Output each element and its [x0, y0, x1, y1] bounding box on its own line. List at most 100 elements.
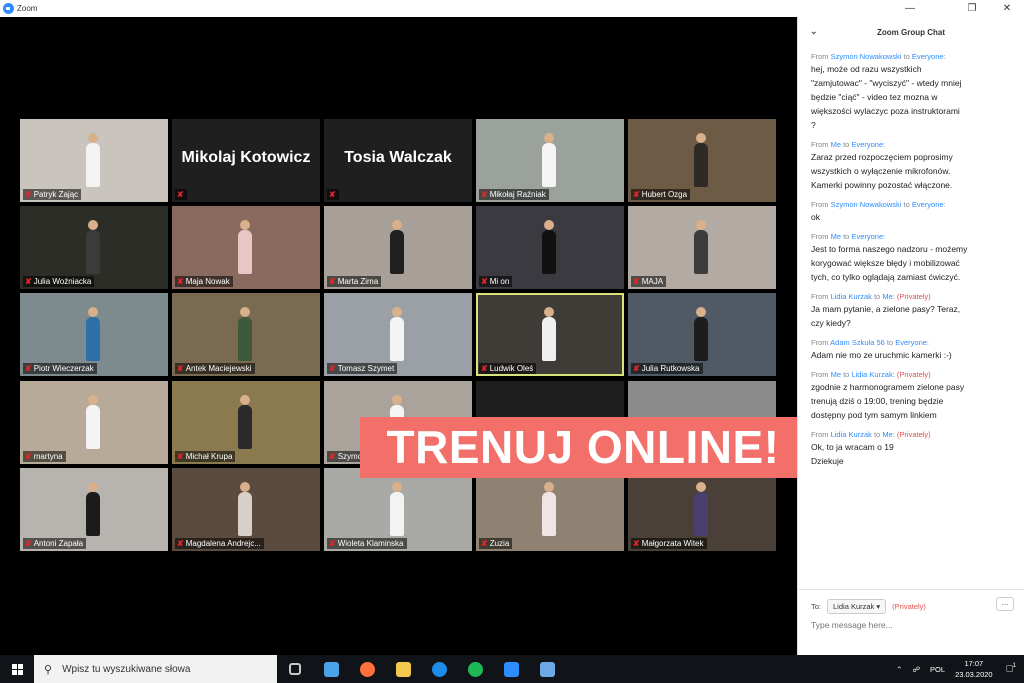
video-tile[interactable]: ✘ martyna: [20, 381, 168, 464]
participant-figure: [238, 220, 252, 274]
sender-name[interactable]: Adam Szkuła 56: [830, 338, 885, 347]
recipient-name[interactable]: Everyone: [912, 52, 944, 61]
video-tile[interactable]: ✘ MAJA: [628, 206, 776, 289]
meta-suffix: :: [943, 200, 946, 209]
video-tile[interactable]: ✘ Maja Nowak: [172, 206, 320, 289]
firefox-taskbar-button[interactable]: [349, 655, 385, 683]
chat-footer: To: Lidia Kurzak ▾ (Privately) ...: [798, 589, 1024, 655]
participant-name: Antek Maciejewski: [185, 364, 252, 373]
private-label: (Privately): [896, 370, 931, 379]
minimize-button[interactable]: —: [895, 0, 925, 17]
video-tile[interactable]: ✘ Mikołaj Raźniak: [476, 119, 624, 202]
gallery-view: ✘ Patryk Zając Mikolaj Kotowicz ✘ Tosia Walc…: [0, 17, 797, 655]
mic-muted-icon: ✘: [633, 364, 640, 373]
private-label: (Privately): [896, 292, 931, 301]
spotify-taskbar-button[interactable]: [457, 655, 493, 683]
restore-button[interactable]: ❐: [957, 0, 987, 17]
meta-suffix: :: [883, 140, 886, 149]
chat-messages: From Szymon Nowakowski to Everyone: hej,…: [798, 47, 1024, 468]
participant-name: Małgorzata Witek: [641, 539, 704, 548]
from-label: From: [811, 430, 831, 439]
firefox-icon: [359, 661, 375, 677]
video-tile[interactable]: ✘ Antek Maciejewski: [172, 293, 320, 376]
mic-muted-icon: ✘: [633, 190, 640, 199]
participant-name-tag: ✘ Małgorzata Witek: [631, 538, 707, 549]
sender-name[interactable]: Szymon Nowakowski: [831, 200, 902, 209]
edge-taskbar-button[interactable]: [421, 655, 457, 683]
recipient-name[interactable]: Everyone: [895, 338, 927, 347]
to-label: to: [901, 200, 912, 209]
more-options-button[interactable]: ...: [996, 597, 1014, 611]
sender-name[interactable]: Lidia Kurzak: [831, 292, 872, 301]
participant-name: Zuzia: [489, 539, 510, 548]
participant-name-tag: ✘ Patryk Zając: [23, 189, 82, 200]
participant-figure: [390, 482, 404, 536]
video-tile[interactable]: ✘ Magdalena Andrejc...: [172, 468, 320, 551]
video-tile[interactable]: ✘ Tomasz Szymet: [324, 293, 472, 376]
video-tile[interactable]: ✘ Zuzia: [476, 468, 624, 551]
video-tile[interactable]: ✘ Marta Zima: [324, 206, 472, 289]
message-input[interactable]: [811, 620, 1011, 630]
mic-muted-icon: ✘: [25, 277, 32, 286]
video-tile[interactable]: Tosia Walczak ✘: [324, 119, 472, 202]
video-tile[interactable]: ✘ Hubert Ozga: [628, 119, 776, 202]
network-icon[interactable]: ☍: [912, 665, 920, 674]
recipient-name[interactable]: Everyone: [851, 232, 883, 241]
participant-name: Marta Zima: [337, 277, 379, 286]
participant-name-tag: ✘ Hubert Ozga: [631, 189, 691, 200]
video-tile[interactable]: ✘ Antoni Zapała: [20, 468, 168, 551]
video-tile[interactable]: ✘ Małgorzata Witek: [628, 468, 776, 551]
language-indicator[interactable]: POL: [930, 665, 945, 674]
video-tile[interactable]: ✘ Piotr Wieczerzak: [20, 293, 168, 376]
participant-name: MAJA: [641, 277, 664, 286]
window-title: Zoom: [17, 4, 38, 13]
recipient-name[interactable]: Everyone: [912, 200, 944, 209]
recipient-name[interactable]: Lidia Kurzak: [851, 370, 892, 379]
edge-legacy-taskbar-button[interactable]: [313, 655, 349, 683]
task-view-taskbar-button[interactable]: [277, 655, 313, 683]
recipient-select[interactable]: Lidia Kurzak ▾: [827, 599, 887, 614]
file-explorer-taskbar-button[interactable]: [385, 655, 421, 683]
document-taskbar-button[interactable]: [529, 655, 565, 683]
participant-name-tag: ✘ Mi on: [479, 276, 513, 287]
sender-name[interactable]: Lidia Kurzak: [831, 430, 872, 439]
zoom-taskbar-button[interactable]: [493, 655, 529, 683]
notification-icon[interactable]: □1: [1007, 663, 1016, 674]
video-tile[interactable]: ✘ Julia Rutkowska: [628, 293, 776, 376]
recipient-row: To: Lidia Kurzak ▾ (Privately): [811, 599, 926, 614]
video-tile[interactable]: ✘ Wioleta Klaminska: [324, 468, 472, 551]
video-tile[interactable]: ✘ Julia Woźniacka: [20, 206, 168, 289]
mic-muted-icon: ✘: [177, 452, 184, 461]
mic-muted-icon: ✘: [481, 190, 488, 199]
chevron-up-icon[interactable]: ⌃: [896, 665, 902, 674]
clock[interactable]: 17:07 23.03.2020: [955, 658, 993, 680]
participant-figure: [694, 133, 708, 187]
recipient-name[interactable]: Everyone: [851, 140, 883, 149]
mic-muted-icon: ✘: [329, 190, 336, 199]
sender-name[interactable]: Me: [831, 370, 841, 379]
participant-figure: [86, 307, 100, 361]
video-tile[interactable]: Mikolaj Kotowicz ✘: [172, 119, 320, 202]
participant-name: Tomasz Szymet: [337, 364, 395, 373]
to-label: to: [871, 430, 883, 439]
participant-figure: [542, 133, 556, 187]
video-tile[interactable]: ✘ Michał Krupa: [172, 381, 320, 464]
chat-message: From Me to Everyone: Jest to forma nasze…: [811, 231, 1014, 284]
mic-muted-icon: ✘: [177, 364, 184, 373]
close-button[interactable]: ✕: [992, 0, 1022, 17]
participant-figure: [86, 220, 100, 274]
chevron-down-icon[interactable]: ⌄: [810, 26, 818, 37]
video-tile[interactable]: ✘ Patryk Zając: [20, 119, 168, 202]
sender-name[interactable]: Szymon Nowakowski: [831, 52, 902, 61]
sender-name[interactable]: Me: [831, 140, 841, 149]
mic-muted-icon: ✘: [329, 452, 336, 461]
recipient-name[interactable]: Me: [882, 292, 892, 301]
recipient-name[interactable]: Me: [882, 430, 892, 439]
start-button[interactable]: [0, 655, 34, 683]
video-tile[interactable]: ✘ Mi on: [476, 206, 624, 289]
video-tile[interactable]: ✘ Ludwik Oleś: [476, 293, 624, 376]
message-text: Jest to forma naszego nadzoru - możemy k…: [811, 244, 968, 282]
participant-name-tag: ✘ Wioleta Klaminska: [327, 538, 407, 549]
sender-name[interactable]: Me: [831, 232, 841, 241]
taskbar-search[interactable]: ⚲ Wpisz tu wyszukiwane słowa: [34, 655, 277, 683]
